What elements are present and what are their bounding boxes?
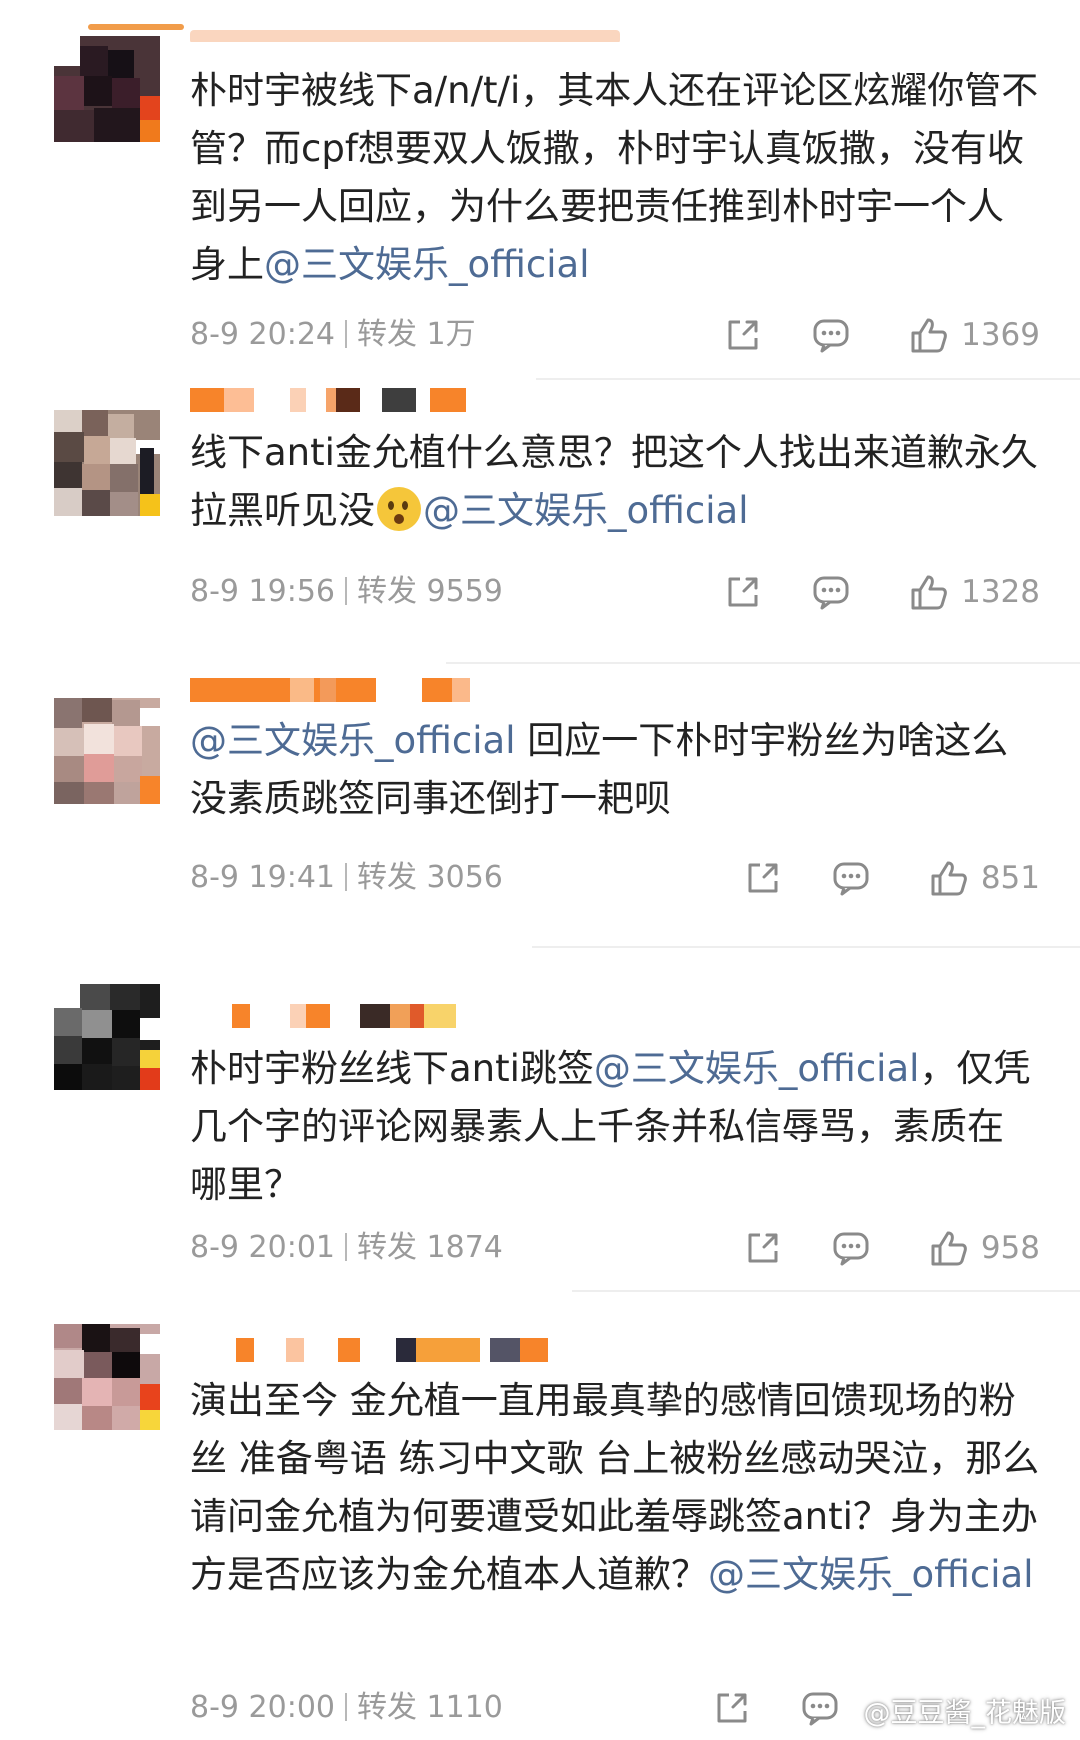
avatar[interactable] [54, 984, 160, 1090]
comment-date: 8-9 20:24 [190, 317, 335, 352]
repost-count: 1万 [426, 317, 476, 352]
comment-meta: 8-9 19:56 转发 9559 [190, 572, 503, 612]
repost-label: 转发 [357, 1690, 417, 1725]
meta-separator [345, 1693, 347, 1721]
thumbs-up-icon [929, 858, 969, 898]
like-count: 958 [980, 1230, 1040, 1266]
meta-separator [345, 320, 347, 348]
share-icon[interactable] [743, 858, 783, 898]
comment-icon[interactable] [811, 315, 851, 355]
mention-link[interactable]: @三文娱乐_official [264, 243, 589, 286]
mention-link[interactable]: @三文娱乐_official [423, 489, 748, 532]
comment-item: 朴时宇被线下a/n/t/i，其本人还在评论区炫耀你管不管？而cpf想要双人饭撒，… [0, 0, 1080, 380]
thumbs-up-icon [909, 572, 949, 612]
comment-text: 朴时宇粉丝线下anti跳签@三文娱乐_official，仅凭几个字的评论网暴素人… [190, 1047, 1031, 1206]
comment-date: 8-9 20:00 [190, 1690, 335, 1725]
mention-link[interactable]: @三文娱乐_official [190, 719, 515, 762]
comment-item: 朴时宇粉丝线下anti跳签@三文娱乐_official，仅凭几个字的评论网暴素人… [0, 948, 1080, 1292]
comment-item: 线下anti金允植什么意思？把这个人找出来道歉永久拉黑听见没 @三文娱乐_offi… [0, 380, 1080, 664]
watermark: @豆豆酱_花魅版 [863, 1698, 1067, 1729]
comment-meta: 8-9 20:24 转发 1万 [190, 315, 476, 355]
comment-date: 8-9 19:56 [190, 574, 335, 609]
comment-meta: 8-9 20:01 转发 1874 [190, 1228, 503, 1268]
comment-actions: 1328 [723, 570, 1040, 614]
comment-text: 朴时宇被线下a/n/t/i，其本人还在评论区炫耀你管不管？而cpf想要双人饭撒，… [190, 69, 1039, 286]
comment-icon[interactable] [811, 572, 851, 612]
share-icon[interactable] [743, 1228, 783, 1268]
share-icon[interactable] [723, 315, 763, 355]
repost-count: 3056 [426, 860, 503, 895]
repost-count: 1874 [426, 1230, 503, 1265]
avatar[interactable] [54, 410, 160, 516]
like-count: 1328 [961, 574, 1040, 610]
meta-separator [345, 1233, 347, 1261]
avatar[interactable] [54, 698, 160, 804]
meta-separator [345, 863, 347, 891]
comment-text: 演出至今 金允植一直用最真挚的感情回馈现场的粉丝 准备粤语 练习中文歌 台上被粉… [190, 1379, 1040, 1596]
mention-link[interactable]: @三文娱乐_official [708, 1553, 1033, 1596]
comment-text: @三文娱乐_official 回应一下朴时宇粉丝为啥这么没素质跳签同事还倒打一耙… [190, 719, 1009, 820]
comment-icon[interactable] [800, 1688, 840, 1728]
comment-item: @三文娱乐_official 回应一下朴时宇粉丝为啥这么没素质跳签同事还倒打一耙… [0, 664, 1080, 948]
repost-label: 转发 [357, 860, 417, 895]
like-count: 1369 [961, 317, 1040, 353]
like-count: 851 [980, 860, 1040, 896]
comment-actions: 1369 [723, 313, 1040, 357]
repost-count: 9559 [426, 574, 503, 609]
like-button[interactable]: 851 [929, 858, 1040, 898]
thumbs-up-icon [929, 1228, 969, 1268]
comment-actions: 958 [743, 1226, 1040, 1270]
avatar[interactable] [54, 36, 160, 142]
like-button[interactable]: 1328 [909, 572, 1040, 612]
comment-date: 8-9 20:01 [190, 1230, 335, 1265]
meta-separator [345, 577, 347, 605]
thinking-face-emoji-icon [377, 487, 421, 531]
comment-date: 8-9 19:41 [190, 860, 335, 895]
comment-meta: 8-9 19:41 转发 3056 [190, 858, 503, 898]
mention-link[interactable]: @三文娱乐_official [594, 1047, 919, 1090]
comment-actions: 851 [743, 856, 1040, 900]
thumbs-up-icon [909, 315, 949, 355]
repost-label: 转发 [357, 1230, 417, 1265]
comment-text: 线下anti金允植什么意思？把这个人找出来道歉永久拉黑听见没 @三文娱乐_offi… [190, 431, 1038, 532]
comment-meta: 8-9 20:00 转发 1110 [190, 1688, 503, 1728]
share-icon[interactable] [723, 572, 763, 612]
comment-icon[interactable] [831, 1228, 871, 1268]
comment-feed: 朴时宇被线下a/n/t/i，其本人还在评论区炫耀你管不管？而cpf想要双人饭撒，… [0, 0, 1080, 1740]
comment-icon[interactable] [831, 858, 871, 898]
like-button[interactable]: 958 [929, 1228, 1040, 1268]
repost-label: 转发 [357, 574, 417, 609]
share-icon[interactable] [712, 1688, 752, 1728]
comment-item: 演出至今 金允植一直用最真挚的感情回馈现场的粉丝 准备粤语 练习中文歌 台上被粉… [0, 1292, 1080, 1740]
repost-label: 转发 [357, 317, 417, 352]
like-button[interactable]: 1369 [909, 315, 1040, 355]
avatar[interactable] [54, 1324, 160, 1430]
repost-count: 1110 [426, 1690, 503, 1725]
